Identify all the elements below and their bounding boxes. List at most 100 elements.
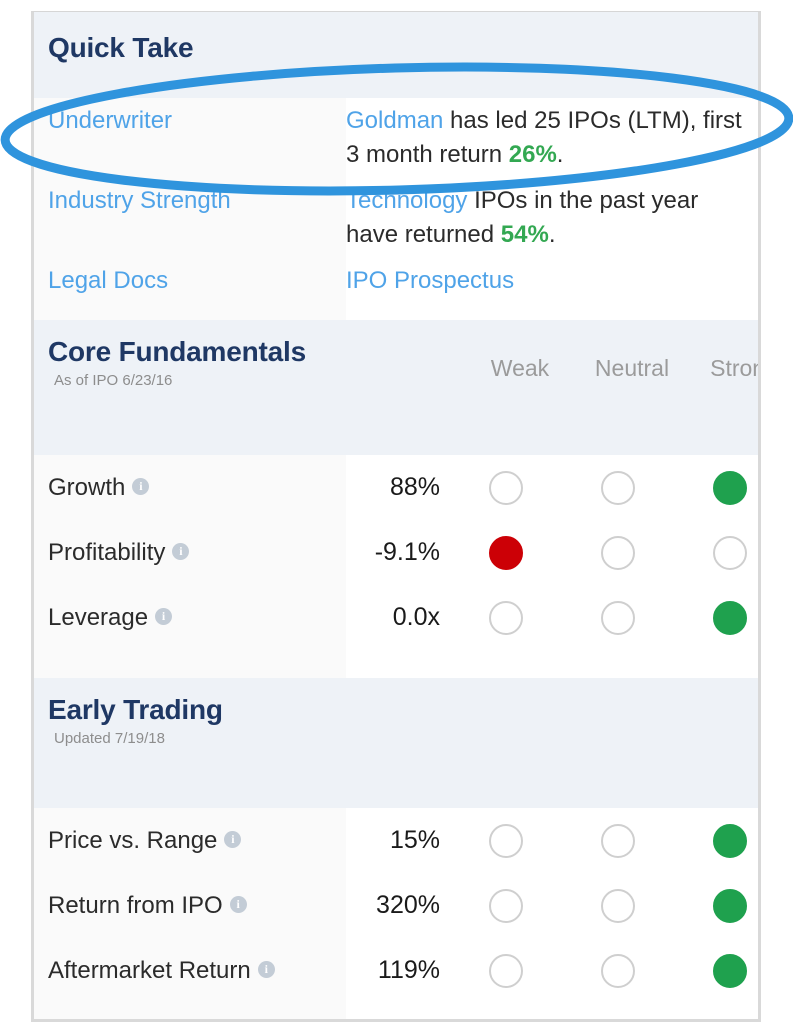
early-trading-title-group: Early Trading Updated 7/19/18 [34, 694, 360, 747]
info-icon[interactable]: i [224, 831, 242, 849]
rating-cell-weak[interactable] [450, 953, 562, 988]
gap-left [34, 304, 346, 321]
metric-rest-return-from-ipo: 320% [346, 873, 758, 939]
rating-dot-neutral[interactable] [601, 823, 635, 858]
rating-dot-weak[interactable] [489, 600, 523, 635]
metric-name-aftermarket-return: Aftermarket Return i [34, 938, 346, 1004]
rating-cell-strong[interactable] [674, 600, 758, 635]
rating-dot-neutral[interactable] [601, 535, 635, 570]
early-trading-header-right [360, 694, 758, 758]
rating-dot-weak[interactable] [489, 953, 523, 988]
rating-cell-neutral[interactable] [562, 953, 674, 988]
rating-dot-weak[interactable] [489, 823, 523, 858]
metric-rest-aftermarket-return: 119% [346, 938, 758, 1004]
rating-dot-weak[interactable] [489, 470, 523, 505]
quick-take-row-industry-strength: Industry Strength Technology IPOs in the… [34, 178, 758, 259]
rating-column-headers: Weak Neutral Strong [360, 336, 758, 400]
metric-rest-leverage: 0.0x [346, 585, 758, 651]
rating-dot-strong[interactable] [713, 535, 747, 570]
rating-dot-strong[interactable] [713, 953, 747, 988]
metric-label-growth: Growth [48, 473, 126, 501]
rating-cell-neutral[interactable] [562, 535, 674, 570]
rating-dot-neutral[interactable] [601, 953, 635, 988]
underwriter-return-value: 26% [508, 141, 557, 169]
rating-dot-strong[interactable] [713, 470, 747, 505]
info-icon[interactable]: i [172, 543, 190, 561]
metric-rest-profitability: -9.1% [346, 520, 758, 586]
quick-take-title-group: Quick Take [34, 32, 360, 64]
metric-label-leverage: Leverage [48, 603, 149, 631]
metric-row-price-vs-range: Price vs. Range i 15% [34, 808, 758, 874]
rating-dot-strong[interactable] [713, 888, 747, 923]
quick-take-value-industry-strength: Technology IPOs in the past year have re… [346, 178, 758, 259]
gap-left [34, 650, 346, 679]
gap-left [34, 1003, 346, 1019]
quick-take-label-legal-docs[interactable]: Legal Docs [34, 258, 346, 305]
metric-value-growth: 88% [389, 473, 440, 502]
rating-cell-neutral[interactable] [562, 823, 674, 858]
ipo-prospectus-link[interactable]: IPO Prospectus [346, 267, 514, 294]
metric-label-price-vs-range: Price vs. Range [48, 826, 218, 854]
info-icon[interactable]: i [257, 961, 275, 979]
rating-dot-weak[interactable] [489, 888, 523, 923]
metric-value-leverage: 0.0x [392, 603, 440, 632]
quick-take-bottom-gap [34, 304, 758, 321]
rating-cell-strong[interactable] [674, 535, 758, 570]
industry-text-2: . [548, 221, 556, 249]
rating-cell-strong[interactable] [674, 470, 758, 505]
rating-dot-neutral[interactable] [601, 888, 635, 923]
core-fundamentals-bottom-gap [34, 650, 758, 679]
rating-dot-weak[interactable] [489, 535, 523, 570]
rating-cell-weak[interactable] [450, 600, 562, 635]
quick-take-label-underwriter[interactable]: Underwriter [34, 98, 346, 179]
underwriter-link[interactable]: Goldman [346, 107, 443, 134]
panel-bottom-gap [34, 1003, 758, 1019]
rating-cell-strong[interactable] [674, 953, 758, 988]
rating-cell-strong[interactable] [674, 888, 758, 923]
quick-take-label-industry-strength[interactable]: Industry Strength [34, 178, 346, 259]
rating-cell-weak[interactable] [450, 470, 562, 505]
gap-right [346, 304, 758, 321]
rating-cell-weak[interactable] [450, 823, 562, 858]
early-trading-header: Early Trading Updated 7/19/18 [34, 678, 758, 809]
metric-value-price-vs-range: 15% [389, 826, 440, 855]
industry-link[interactable]: Technology [346, 187, 467, 214]
early-trading-subtitle: Updated 7/19/18 [54, 730, 165, 748]
metric-name-profitability: Profitability i [34, 520, 346, 586]
rating-dot-neutral[interactable] [601, 600, 635, 635]
metric-name-price-vs-range: Price vs. Range i [34, 808, 346, 874]
rating-cell-neutral[interactable] [562, 888, 674, 923]
info-icon[interactable]: i [229, 896, 247, 914]
info-icon[interactable]: i [155, 608, 173, 626]
metric-name-growth: Growth i [34, 455, 346, 521]
core-fundamentals-title-group: Core Fundamentals As of IPO 6/23/16 [34, 336, 360, 389]
rating-cell-weak[interactable] [450, 888, 562, 923]
metric-value-return-from-ipo: 320% [376, 891, 440, 920]
rating-cell-weak[interactable] [450, 535, 562, 570]
rating-cell-neutral[interactable] [562, 600, 674, 635]
early-trading-title: Early Trading [48, 694, 223, 726]
rating-dot-strong[interactable] [713, 600, 747, 635]
quick-take-value-underwriter: Goldman has led 25 IPOs (LTM), first 3 m… [346, 98, 758, 179]
info-icon[interactable]: i [132, 478, 150, 496]
metric-name-return-from-ipo: Return from IPO i [34, 873, 346, 939]
column-header-weak: Weak [490, 354, 550, 381]
metric-value-aftermarket-return: 119% [377, 956, 440, 985]
quick-take-header: Quick Take [34, 12, 758, 98]
metric-rest-growth: 88% [346, 455, 758, 521]
rating-dot-strong[interactable] [713, 823, 747, 858]
rating-cell-strong[interactable] [674, 823, 758, 858]
rating-cell-neutral[interactable] [562, 470, 674, 505]
quick-take-value-legal-docs: IPO Prospectus [346, 258, 758, 305]
metric-label-aftermarket-return: Aftermarket Return [48, 956, 251, 984]
industry-return-value: 54% [500, 221, 549, 249]
metric-rest-price-vs-range: 15% [346, 808, 758, 874]
ipo-summary-panel: Quick Take Underwriter Goldman has led 2… [31, 11, 761, 1022]
metric-row-return-from-ipo: Return from IPO i 320% [34, 873, 758, 939]
metric-name-leverage: Leverage i [34, 585, 346, 651]
rating-dot-neutral[interactable] [601, 470, 635, 505]
underwriter-text-2: . [556, 141, 564, 169]
gap-right [346, 1003, 758, 1019]
quick-take-row-legal-docs: Legal Docs IPO Prospectus [34, 258, 758, 305]
quick-take-title: Quick Take [48, 32, 194, 63]
